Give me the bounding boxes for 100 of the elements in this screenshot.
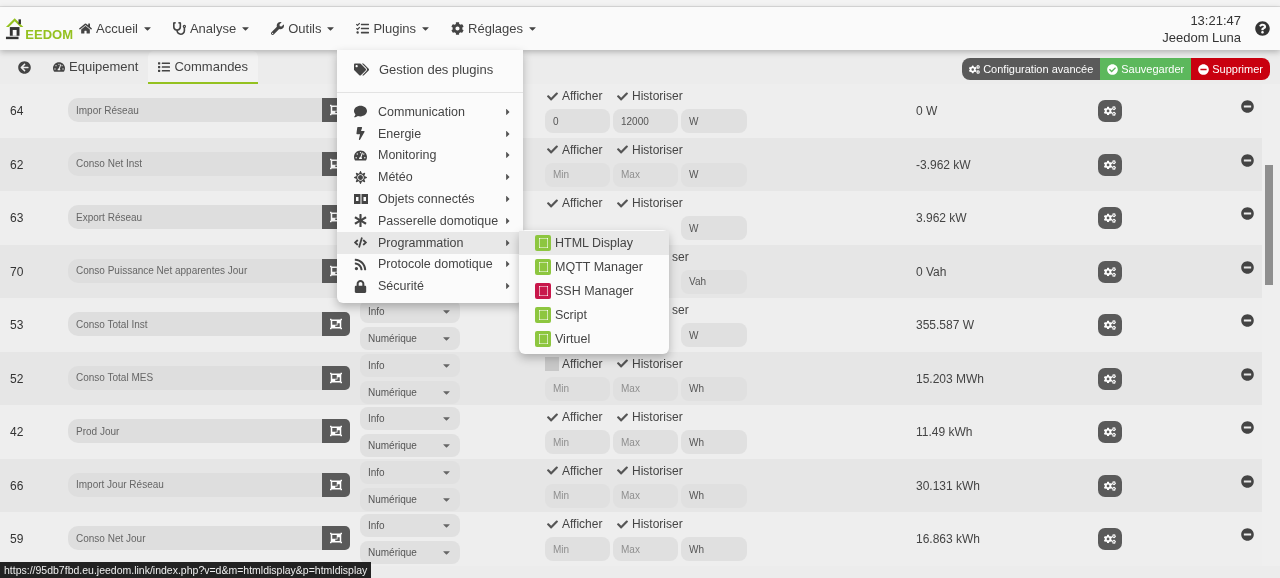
remove-icon[interactable] (1241, 421, 1254, 434)
remove-icon[interactable] (1241, 367, 1254, 381)
settings-icon (451, 22, 465, 35)
checkbox[interactable]: Historiser (615, 195, 685, 211)
config-button[interactable] (1098, 367, 1122, 390)
remove-icon[interactable] (1241, 153, 1254, 167)
config-button[interactable] (1098, 314, 1122, 336)
input-field[interactable]: 12000 (613, 109, 678, 133)
checkbox[interactable]: Historiser (615, 88, 685, 104)
icon-picker-button[interactable] (322, 419, 350, 443)
nav-menu[interactable]: Outils (265, 17, 343, 40)
type-select[interactable]: Numérique (360, 380, 460, 404)
advanced-config-button[interactable]: Configuration avancée (962, 58, 1101, 80)
remove-icon[interactable] (1241, 528, 1254, 541)
help-icon[interactable] (1255, 21, 1270, 36)
name-field[interactable]: Impor Réseau (68, 98, 322, 122)
checkbox[interactable]: Historiser (615, 409, 685, 425)
input-field[interactable]: Wh (681, 376, 747, 401)
check-icon (546, 197, 558, 209)
menu-item[interactable]: Communication (337, 101, 523, 123)
config-button[interactable] (1098, 528, 1122, 550)
name-field[interactable]: Conso Net Inst (68, 151, 322, 176)
config-button[interactable] (1098, 207, 1122, 229)
check-icon (546, 144, 558, 155)
letters-icon (354, 194, 368, 205)
name-field[interactable]: Conso Total MES (68, 365, 322, 390)
menu-item[interactable]: Gestion des plugins (337, 52, 523, 87)
checkbox[interactable]: Afficher (545, 141, 615, 158)
remove-icon[interactable] (1241, 100, 1254, 113)
tab[interactable]: Equipement (43, 51, 149, 84)
back-icon[interactable] (18, 61, 31, 74)
checkbox[interactable]: Afficher (545, 355, 615, 372)
lock-icon (354, 279, 367, 293)
name-field[interactable]: Conso Net Jour (68, 526, 322, 550)
type-select[interactable]: Info (360, 353, 460, 377)
name-field[interactable]: Export Réseau (68, 205, 322, 229)
sun-icon (354, 170, 367, 184)
type-select[interactable]: Numérique (360, 487, 460, 511)
type-select[interactable]: Info (360, 514, 460, 537)
input-field[interactable]: Wh (681, 483, 747, 508)
input-field[interactable]: W (681, 323, 747, 347)
config-button[interactable] (1098, 100, 1122, 122)
checkbox[interactable]: Afficher (545, 409, 615, 425)
remove-icon[interactable] (1241, 314, 1254, 327)
type-select[interactable]: Numérique (360, 541, 460, 564)
gears-icon (1104, 372, 1116, 385)
menu-item[interactable]: Script (519, 303, 669, 327)
nav-menu[interactable]: Plugins (350, 17, 438, 40)
menu-item[interactable]: Monitoring (337, 144, 523, 167)
name-field[interactable]: Prod Jour (68, 419, 322, 443)
checklist-icon (356, 22, 370, 35)
menu-item[interactable]: Météo (337, 166, 523, 189)
check-icon (616, 411, 628, 423)
input-field[interactable]: 0 (545, 109, 610, 133)
config-button[interactable] (1098, 421, 1122, 443)
type-select[interactable]: Info (360, 407, 460, 430)
nav-menu[interactable]: Accueil (73, 17, 159, 40)
icon-picker-button[interactable] (322, 526, 350, 550)
input-field[interactable]: Wh (681, 430, 747, 454)
name-field[interactable]: Conso Puissance Net apparentes Jour (68, 258, 322, 283)
icon-picker-button[interactable] (322, 312, 350, 336)
checkbox[interactable]: Afficher (545, 195, 615, 211)
scrollbar-thumb[interactable] (1265, 165, 1273, 285)
menu-item[interactable]: Passerelle domotique (337, 210, 523, 232)
menu-item[interactable]: Objets connectés (337, 188, 523, 210)
command-id: 53 (10, 318, 25, 332)
remove-icon[interactable] (1241, 474, 1254, 488)
name-field[interactable]: Conso Total Inst (68, 312, 322, 336)
type-select[interactable]: Numérique (360, 327, 460, 350)
input-field[interactable]: W (681, 216, 747, 240)
check-icon (616, 465, 628, 476)
checkbox[interactable]: Afficher (545, 516, 615, 532)
checkbox[interactable]: Historiser (615, 355, 685, 372)
input-field[interactable]: Wh (681, 537, 747, 561)
checkbox[interactable]: Afficher (545, 462, 615, 479)
nav-menu[interactable]: Analyse (166, 17, 258, 40)
type-select[interactable]: Numérique (360, 434, 460, 457)
input-field[interactable]: W (681, 162, 747, 187)
icon-picker-button[interactable] (322, 472, 350, 497)
icon-picker-button[interactable] (322, 365, 350, 390)
remove-icon[interactable] (1241, 207, 1254, 220)
command-id: 62 (10, 157, 25, 172)
type-select[interactable]: Info (360, 460, 460, 484)
checkbox[interactable]: Historiser (615, 462, 685, 479)
name-field[interactable]: Import Jour Réseau (68, 472, 322, 497)
menu-item[interactable]: Energie (337, 122, 523, 145)
remove-icon[interactable] (1241, 260, 1254, 274)
input-field[interactable]: Vah (681, 269, 747, 294)
config-button[interactable] (1098, 474, 1122, 497)
delete-button[interactable]: Supprimer (1191, 58, 1270, 80)
checkbox[interactable]: Historiser (615, 141, 685, 158)
config-button[interactable] (1098, 260, 1122, 283)
menu-item[interactable]: Virtuel (519, 327, 669, 351)
checkbox[interactable]: Historiser (615, 516, 685, 532)
checkbox[interactable]: Afficher (545, 88, 615, 104)
config-button[interactable] (1098, 153, 1122, 176)
menu-item[interactable]: HTML Display (519, 231, 669, 255)
tab[interactable]: Commandes (148, 51, 259, 84)
nav-menu[interactable]: Réglages (445, 17, 544, 40)
input-field[interactable]: W (681, 109, 747, 133)
